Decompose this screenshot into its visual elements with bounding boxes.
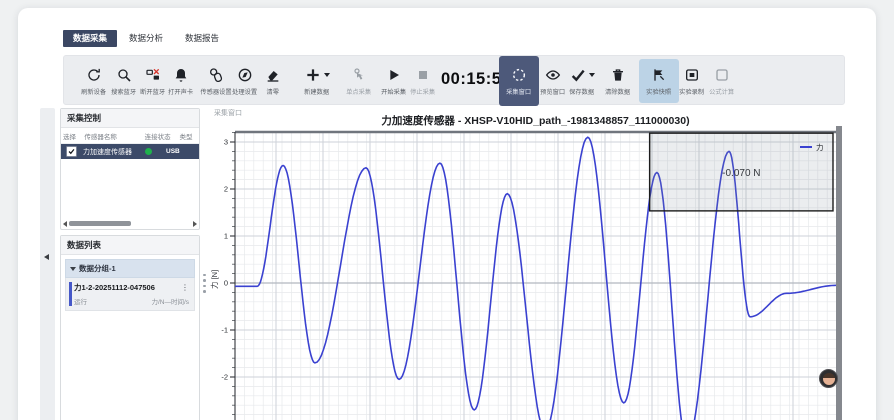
column-header: 传感器名称: [84, 131, 144, 141]
toolbar-button-label: 保存数据: [569, 86, 594, 95]
sensor-table-hscrollbar[interactable]: [63, 220, 197, 227]
save-data-button[interactable]: 保存数据: [562, 59, 602, 103]
toolbar-button-label: 公式计算: [709, 86, 734, 95]
toolbar: 00:15:54 刷新设备搜索蓝牙断开蓝牙打开声卡传感器设置处理设置清零新建数据…: [63, 55, 845, 105]
single-point-button[interactable]: 单点采集: [339, 59, 379, 103]
item-accent-bar: [69, 282, 72, 306]
avatar-face-icon: [823, 373, 835, 385]
dropdown-caret-icon[interactable]: [324, 73, 330, 77]
toolbar-button-label: 单点采集: [346, 86, 371, 95]
stop-collect-button[interactable]: 停止采集: [403, 59, 443, 103]
waveform-chart[interactable]: 3 2 1 0 -1 -2 力 [N] -0.070 N 力: [208, 126, 853, 420]
compass-icon: [237, 67, 253, 83]
sensor-name: 力加速度传感器: [83, 147, 141, 157]
point-icon: [351, 67, 367, 83]
toolbar-button-label: 实验快照: [646, 86, 671, 95]
y-tick-label: 1: [224, 232, 228, 241]
assistant-avatar[interactable]: [819, 369, 838, 388]
scroll-left-icon[interactable]: [63, 221, 67, 227]
bt-disconnect-icon: [145, 67, 161, 83]
group-expand-icon: [70, 267, 76, 271]
desktop-background: 数据采集 数据分析 数据报告 00:15:54 刷新设备搜索蓝牙断开蓝牙打开声卡…: [0, 0, 894, 420]
column-header: 连接状态: [145, 131, 180, 141]
clear-data-button[interactable]: 清除数据: [598, 59, 638, 103]
sensor-icon: [208, 67, 224, 83]
y-tick-label: 0: [224, 279, 228, 288]
y-tick-label: 3: [224, 138, 228, 147]
toolbar-button-label: 刷新设备: [81, 86, 106, 95]
data-list-title: 数据列表: [61, 236, 199, 255]
collapse-arrow-icon: [44, 254, 49, 260]
sensor-row[interactable]: 力加速度传感器 USB: [61, 144, 199, 159]
tab-data-collect[interactable]: 数据采集: [63, 30, 117, 47]
trash-icon: [610, 67, 626, 83]
zero-clear-button[interactable]: 清零: [253, 59, 293, 103]
panel-collect-control: 采集控制 选择传感器名称连接状态类型 力加速度传感器 USB: [60, 108, 200, 230]
toolbar-button-label: 采集窗口: [506, 86, 531, 95]
data-item-name: 力1-2-20251112-047506: [74, 282, 155, 293]
sensor-table-header: 选择传感器名称连接状态类型: [61, 128, 199, 144]
collect-control-title: 采集控制: [61, 109, 199, 128]
plus-icon: [305, 67, 321, 83]
toolbar-button-label: 打开声卡: [168, 86, 193, 95]
toolbar-button-label: 新建数据: [304, 86, 329, 95]
item-menu-icon[interactable]: ⋮: [181, 283, 189, 292]
chart-area: 采集窗口 力加速度传感器 - XHSP-V10HID_path_-1981348…: [208, 106, 856, 420]
eye-icon: [545, 67, 561, 83]
app-window: 数据采集 数据分析 数据报告 00:15:54 刷新设备搜索蓝牙断开蓝牙打开声卡…: [18, 8, 876, 420]
tab-data-report[interactable]: 数据报告: [175, 30, 229, 47]
check-icon: [570, 67, 586, 83]
item-series-label: 力/N—时间/s: [151, 296, 189, 306]
open-soundcard-button[interactable]: 打开声卡: [161, 59, 201, 103]
y-tick-label: 2: [224, 185, 228, 194]
data-group-row[interactable]: 数据分组-1: [65, 259, 195, 278]
toolbar-button-label: 实验录制: [679, 86, 704, 95]
y-tick-label: -1: [221, 326, 228, 335]
toolbar-button-label: 停止采集: [410, 86, 435, 95]
column-header: 选择: [63, 131, 84, 141]
panel-splitter[interactable]: [201, 266, 208, 300]
connection-status-dot: [145, 148, 152, 155]
column-header: 类型: [180, 131, 197, 141]
tab-data-analysis[interactable]: 数据分析: [119, 30, 173, 47]
panel-data-list: 数据列表 数据分组-1 力1-2-20251112-047506 ⋮ 运行 力/…: [60, 235, 200, 420]
stop-icon: [415, 67, 431, 83]
legend-label: 力: [816, 142, 824, 152]
y-axis-label: 力 [N]: [209, 270, 219, 289]
dashed-circle-icon: [511, 67, 527, 83]
data-item-card[interactable]: 力1-2-20251112-047506 ⋮ 运行 力/N—时间/s: [65, 278, 195, 311]
tab-bar: 数据采集 数据分析 数据报告: [63, 30, 229, 47]
formula-icon: [714, 67, 730, 83]
group-label: 数据分组-1: [79, 263, 116, 274]
play-icon: [386, 67, 402, 83]
new-data-button[interactable]: 新建数据: [297, 59, 337, 103]
formula-calc-button[interactable]: 公式计算: [702, 59, 742, 103]
toolbar-button-label: 清除数据: [605, 86, 630, 95]
y-tick-label: -2: [221, 373, 228, 382]
bell-icon: [173, 67, 189, 83]
refresh-icon: [86, 67, 102, 83]
snapshot-icon: [651, 67, 667, 83]
scroll-right-icon[interactable]: [193, 221, 197, 227]
record-icon: [684, 67, 700, 83]
dropdown-caret-icon[interactable]: [589, 73, 595, 77]
sidebar-collapse-strip[interactable]: [40, 108, 55, 420]
sensor-checkbox[interactable]: [66, 146, 77, 157]
search-icon: [116, 67, 132, 83]
eraser-icon: [265, 67, 281, 83]
selection-value-label: -0.070 N: [722, 168, 760, 179]
sensor-type: USB: [166, 148, 180, 155]
toolbar-button-label: 清零: [267, 86, 280, 95]
hscroll-thumb[interactable]: [69, 221, 131, 226]
item-status: 运行: [74, 296, 87, 306]
